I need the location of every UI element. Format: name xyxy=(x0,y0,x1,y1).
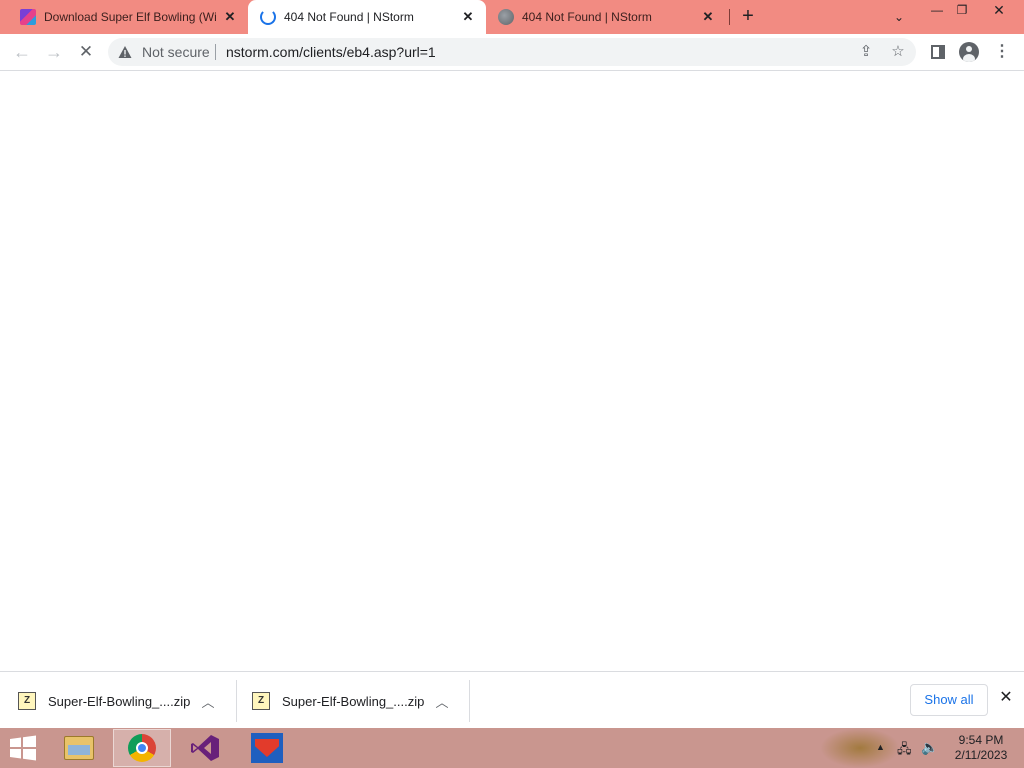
new-tab-button[interactable]: + xyxy=(736,5,760,29)
chevron-up-icon[interactable]: ︿ xyxy=(432,692,452,711)
tab-title: 404 Not Found | NStorm xyxy=(284,10,414,24)
tab-strip: Download Super Elf Bowling (Wi ✕ 404 Not… xyxy=(0,0,1024,34)
page-content xyxy=(0,71,1024,671)
close-icon[interactable]: ✕ xyxy=(222,9,238,25)
file-explorer-icon[interactable] xyxy=(50,729,108,767)
zip-file-icon: Z xyxy=(18,692,36,710)
tab-404-not-found-active[interactable]: 404 Not Found | NStorm ✕ xyxy=(248,0,486,34)
bookmark-star-icon[interactable]: ☆ xyxy=(888,42,908,62)
superman-icon[interactable] xyxy=(238,729,296,767)
download-shelf: Z Super-Elf-Bowling_....zip ︿ Z Super-El… xyxy=(0,671,1024,728)
download-filename: Super-Elf-Bowling_....zip xyxy=(48,693,191,709)
url-text[interactable]: nstorm.com/clients/eb4.asp?url=1 xyxy=(226,44,436,60)
chrome-icon[interactable] xyxy=(113,729,171,767)
download-item[interactable]: Z Super-Elf-Bowling_....zip ︿ xyxy=(18,682,236,720)
download-filename: Super-Elf-Bowling_....zip xyxy=(282,693,425,709)
close-icon[interactable]: ✕ xyxy=(996,688,1016,708)
download-divider xyxy=(236,680,237,722)
close-icon[interactable]: ✕ xyxy=(460,9,476,25)
address-bar[interactable]: Not secure nstorm.com/clients/eb4.asp?ur… xyxy=(108,38,916,66)
more-menu-icon[interactable]: ⋮ xyxy=(992,42,1012,62)
stop-loading-icon[interactable]: ✕ xyxy=(74,40,98,64)
profile-avatar-icon[interactable] xyxy=(959,42,979,62)
back-arrow-icon[interactable]: ← xyxy=(10,40,34,64)
warning-icon[interactable] xyxy=(118,45,132,59)
network-icon[interactable]: 🖧 xyxy=(897,740,915,756)
side-panel-icon[interactable] xyxy=(928,42,948,62)
clock-time: 9:54 PM xyxy=(958,733,1004,747)
tab-404-not-found[interactable]: 404 Not Found | NStorm ✕ xyxy=(486,0,726,34)
tab-download-super-elf-bowling[interactable]: Download Super Elf Bowling (Wi ✕ xyxy=(8,0,248,34)
chevron-up-icon[interactable]: ▲ xyxy=(876,742,885,752)
tab-title: 404 Not Found | NStorm xyxy=(522,10,652,24)
window-close-icon[interactable]: ✕ xyxy=(982,0,1016,22)
download-item[interactable]: Z Super-Elf-Bowling_....zip ︿ xyxy=(252,682,470,720)
restore-icon[interactable]: ❐ xyxy=(945,0,979,22)
globe-icon xyxy=(498,9,514,25)
tab-divider xyxy=(729,9,730,25)
browser-toolbar: ← → ✕ Not secure nstorm.com/clients/eb4.… xyxy=(0,34,1024,71)
zip-file-icon: Z xyxy=(252,692,270,710)
show-all-button[interactable]: Show all xyxy=(910,684,988,716)
clock-date: 2/11/2023 xyxy=(954,748,1008,762)
chevron-up-icon[interactable]: ︿ xyxy=(198,692,218,711)
windows-taskbar: ▲ 🖧 🔈 9:54 PM 2/11/2023 xyxy=(0,728,1024,768)
taskbar-glow xyxy=(820,728,900,768)
security-status[interactable]: Not secure xyxy=(142,44,210,60)
omnibox-divider xyxy=(215,44,216,60)
close-icon[interactable]: ✕ xyxy=(700,9,716,25)
windows-start-icon[interactable] xyxy=(6,735,40,761)
loading-spinner-icon xyxy=(260,9,276,25)
taskbar-clock[interactable]: 9:54 PM 2/11/2023 xyxy=(946,733,1016,763)
forward-arrow-icon[interactable]: → xyxy=(42,40,66,64)
tab-search-chevron-down-icon[interactable]: ⌄ xyxy=(889,7,909,27)
share-icon[interactable]: ⇪ xyxy=(856,42,876,62)
tab-title: Download Super Elf Bowling (Wi xyxy=(44,10,217,24)
download-divider xyxy=(469,680,470,722)
app-icon xyxy=(20,9,36,25)
visual-studio-icon[interactable] xyxy=(176,729,234,767)
volume-icon[interactable]: 🔈 xyxy=(921,739,939,755)
